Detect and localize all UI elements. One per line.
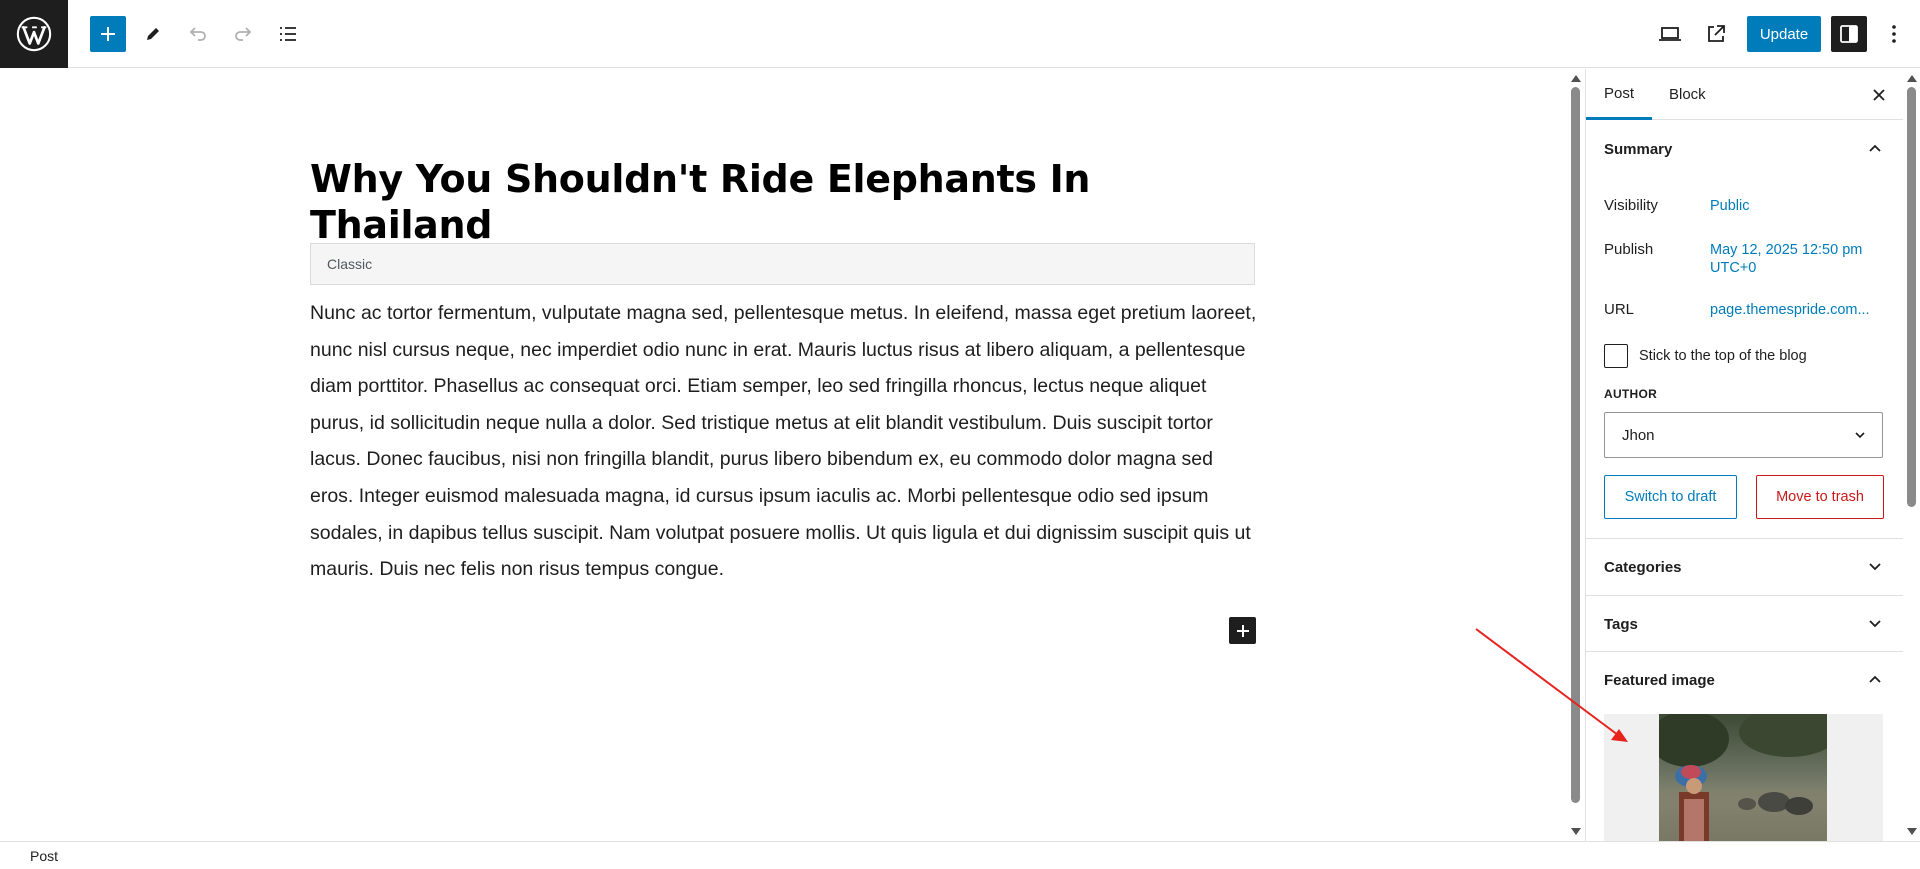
more-options-icon [1892,25,1896,43]
settings-toggle-button[interactable] [1831,16,1867,52]
options-menu-button[interactable] [1876,16,1912,52]
tab-block[interactable]: Block [1651,69,1724,120]
view-post-button[interactable] [1698,16,1734,52]
chevron-up-icon [1869,675,1881,683]
url-label: URL [1604,301,1635,318]
publish-date-line2: UTC+0 [1710,260,1757,276]
author-select[interactable]: Jhon [1604,412,1883,458]
author-value: Jhon [1622,426,1655,444]
external-link-icon [1708,25,1725,42]
classic-block-label: Classic [327,256,373,272]
editor-canvas: Why You Shouldn't Ride Elephants In Thai… [0,69,1567,841]
update-button[interactable]: Update [1747,16,1821,52]
scroll-down-arrow-icon[interactable] [1907,828,1917,835]
sidebar-scrollbar[interactable] [1903,69,1920,841]
sidebar-tabs: Post Block [1586,69,1903,120]
publish-date-link[interactable]: May 12, 2025 12:50 pm UTC+0 [1710,241,1862,277]
scroll-up-arrow-icon[interactable] [1571,75,1581,82]
featured-image-heading: Featured image [1604,671,1715,689]
visibility-value-link[interactable]: Public [1710,197,1750,215]
document-overview-button[interactable] [270,16,306,52]
classic-block-toolbar[interactable]: Classic [310,243,1255,285]
block-breadcrumb[interactable]: Post [30,848,58,864]
block-inserter-button[interactable] [90,16,126,52]
post-title[interactable]: Why You Shouldn't Ride Elephants In Thai… [310,157,1255,248]
close-icon [1873,89,1885,101]
sticky-label[interactable]: Stick to the top of the blog [1639,348,1807,364]
wordpress-logo[interactable] [0,0,68,68]
chevron-up-icon [1869,144,1881,152]
visibility-label: Visibility [1604,197,1658,214]
post-content-paragraph[interactable]: Nunc ac tortor fermentum, vulputate magn… [310,295,1258,588]
chevron-down-icon [1869,620,1881,628]
featured-image-thumbnail[interactable] [1659,714,1827,841]
desktop-view-icon [1659,27,1681,41]
summary-panel-header[interactable]: Summary [1586,121,1903,177]
document-overview-icon [280,27,296,41]
author-label: AUTHOR [1604,387,1658,401]
switch-to-draft-button[interactable]: Switch to draft [1604,475,1737,519]
sidebar-scrollbar-thumb[interactable] [1907,87,1916,507]
featured-image-container[interactable] [1604,714,1883,841]
tags-heading: Tags [1604,615,1638,633]
tags-panel-header[interactable]: Tags [1586,596,1903,652]
scroll-up-arrow-icon[interactable] [1907,75,1917,82]
plus-icon [1236,624,1249,637]
undo-button[interactable] [180,16,216,52]
categories-panel-header[interactable]: Categories [1586,539,1903,595]
undo-icon [189,27,206,41]
wordpress-icon [16,16,52,52]
publish-label: Publish [1604,241,1654,258]
redo-button[interactable] [225,16,261,52]
categories-heading: Categories [1604,558,1682,576]
add-block-button[interactable] [1229,617,1256,644]
featured-image-panel-header[interactable]: Featured image [1586,652,1903,708]
tools-button[interactable] [135,16,171,52]
chevron-down-icon [1869,563,1881,571]
plus-icon [101,27,115,41]
redo-icon [235,27,252,41]
editor-scrollbar[interactable] [1567,69,1584,841]
tab-post[interactable]: Post [1586,69,1653,120]
scroll-down-arrow-icon[interactable] [1571,828,1581,835]
pencil-icon [147,28,159,40]
close-sidebar-button[interactable] [1869,85,1889,105]
chevron-down-icon [1855,432,1865,439]
preview-view-button[interactable] [1652,16,1688,52]
featured-image-picture [1659,714,1827,841]
publish-date-line1: May 12, 2025 12:50 pm [1710,242,1863,258]
move-to-trash-button[interactable]: Move to trash [1756,475,1884,519]
sticky-checkbox[interactable] [1604,344,1628,368]
editor-header: Update [0,0,1920,68]
settings-sidebar: Post Block Summary Visibility Public Pub… [1585,69,1903,841]
url-value-link[interactable]: page.themespride.com... [1710,301,1870,319]
editor-footer: Post [0,841,1920,869]
summary-heading: Summary [1604,140,1673,158]
sidebar-icon [1840,25,1858,43]
editor-scrollbar-thumb[interactable] [1571,87,1580,803]
